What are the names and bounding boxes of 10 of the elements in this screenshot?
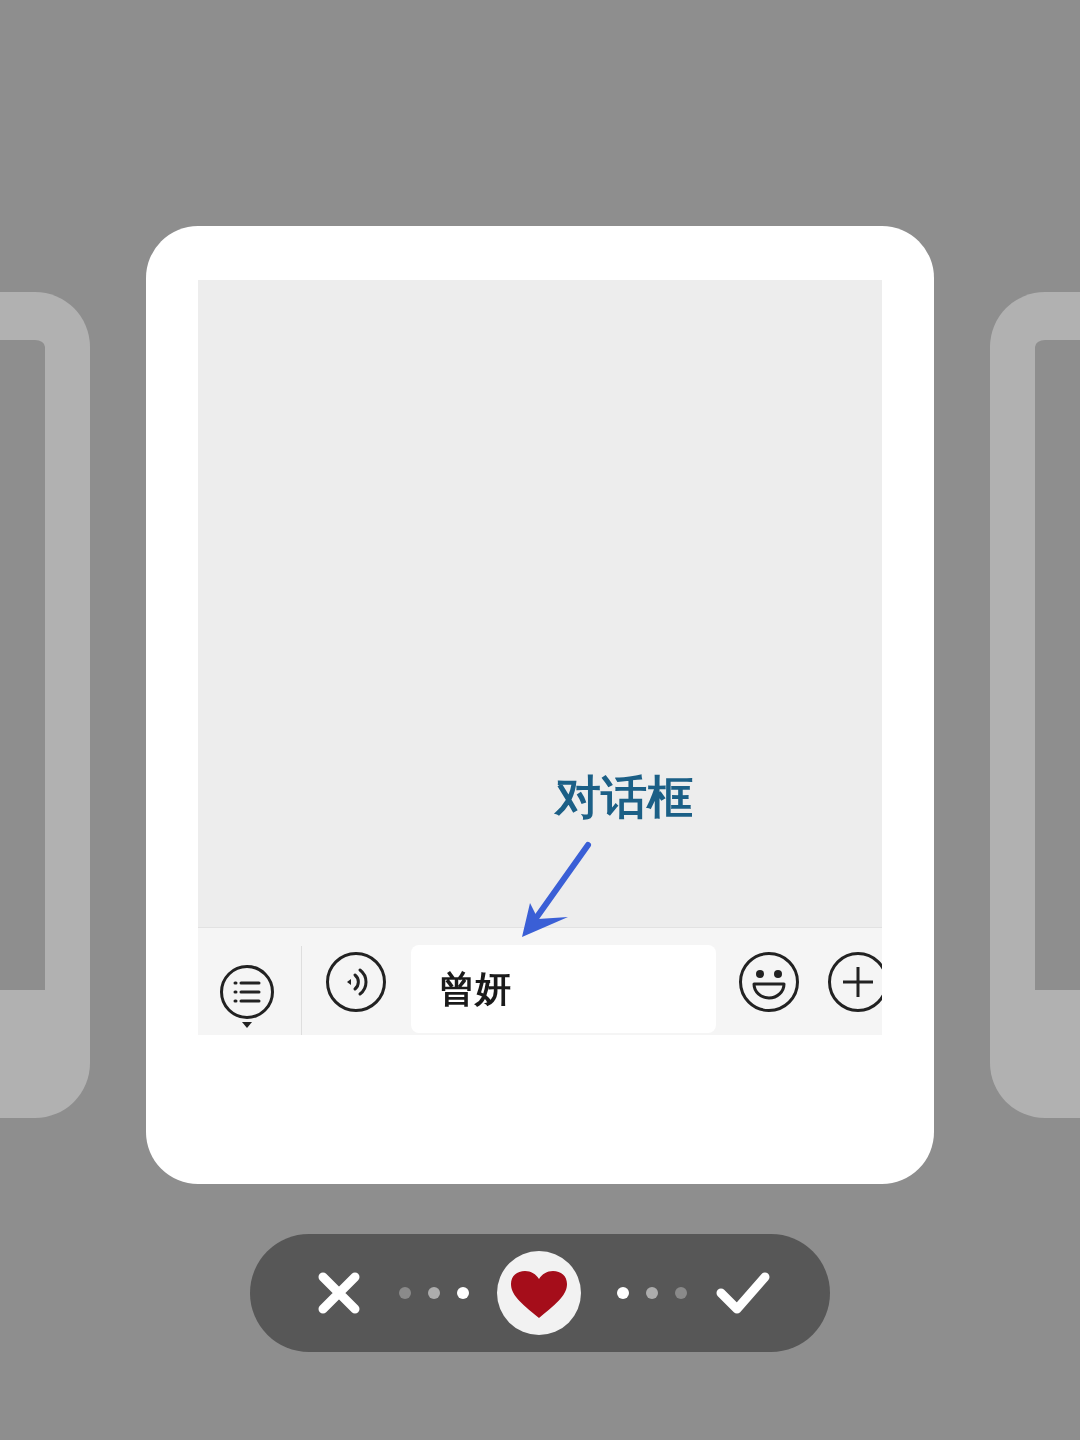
- plus-icon[interactable]: [827, 950, 882, 1013]
- voice-icon[interactable]: [325, 950, 387, 1013]
- menu-icon[interactable]: [219, 963, 275, 1030]
- dots-icon: [399, 1287, 469, 1299]
- annotation-label: 对话框: [555, 772, 693, 823]
- smiley-icon[interactable]: [738, 950, 800, 1013]
- heart-icon: [509, 1270, 569, 1320]
- input-field[interactable]: 曾妍: [411, 945, 716, 1033]
- dots-icon: [617, 1287, 687, 1299]
- check-icon[interactable]: [715, 1271, 771, 1315]
